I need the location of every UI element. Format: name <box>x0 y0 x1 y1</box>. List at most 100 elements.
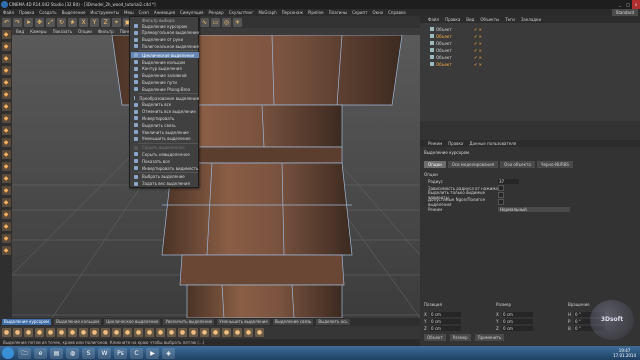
menu-item[interactable]: Плагины <box>329 10 348 15</box>
knife-icon[interactable]: ◆ <box>1 210 11 219</box>
obj11-icon[interactable]: ● <box>112 328 121 337</box>
bottom-tab[interactable]: Уменьшить выделение <box>217 319 270 325</box>
obj12-icon[interactable]: ● <box>123 328 132 337</box>
obj13-icon[interactable]: ● <box>134 328 143 337</box>
obj4-icon[interactable]: ● <box>35 328 44 337</box>
snap-icon[interactable]: ◆ <box>1 126 11 135</box>
obj22-icon[interactable]: ● <box>233 328 242 337</box>
dropdown-item[interactable]: Инвертировать <box>131 115 199 121</box>
menu-item[interactable]: Персонаж <box>282 10 303 15</box>
obj1-icon[interactable]: ● <box>2 328 11 337</box>
menu-item[interactable]: Симуляция <box>180 10 203 15</box>
object-menu-item[interactable]: Вид <box>466 17 474 22</box>
minimize-button[interactable]: _ <box>616 0 624 9</box>
object-row[interactable]: Объект ✔ ✕ <box>430 54 482 60</box>
select-icon[interactable]: ➤ <box>24 17 33 27</box>
coord-footer-button[interactable]: Размер <box>449 334 471 341</box>
obj8-icon[interactable]: ● <box>79 328 88 337</box>
floor-icon[interactable]: ▭ <box>211 17 220 27</box>
obj7-icon[interactable]: ● <box>68 328 77 337</box>
polygons-mode-icon[interactable]: ◆ <box>1 102 11 111</box>
viewport-menu-item[interactable]: Опции <box>78 29 92 34</box>
sculpt-icon[interactable]: ◆ <box>1 222 11 231</box>
obj21-icon[interactable]: ● <box>222 328 231 337</box>
dropdown-item[interactable]: Циклическое выделение <box>131 52 199 59</box>
menu-item[interactable]: Правка <box>19 10 34 15</box>
mode-select[interactable]: Нормальный <box>498 206 570 212</box>
axis-mode-icon[interactable]: ◆ <box>1 66 11 75</box>
obj15-icon[interactable]: ● <box>156 328 165 337</box>
object-menu-item[interactable]: Закладки <box>521 17 541 22</box>
dropdown-item[interactable]: Выделение кольцом <box>131 59 199 65</box>
obj14-icon[interactable]: ● <box>145 328 154 337</box>
workplane-icon[interactable]: ◆ <box>1 138 11 147</box>
edges-mode-icon[interactable]: ◆ <box>1 90 11 99</box>
coord-input[interactable]: 0 cm <box>430 311 461 317</box>
skype-icon[interactable]: S <box>82 347 95 359</box>
attribute-checkbox[interactable] <box>498 199 504 205</box>
menu-item[interactable]: Меш <box>124 10 134 15</box>
close-button[interactable]: x <box>632 0 640 9</box>
object-menu-item[interactable]: Теги <box>505 17 515 22</box>
photoshop-icon[interactable]: Ps <box>114 347 127 359</box>
dropdown-item[interactable]: Прямоугольное выделение <box>131 30 199 36</box>
dropdown-item[interactable]: Скрыть невыделенное <box>131 151 199 157</box>
attribute-checkbox[interactable] <box>498 185 504 191</box>
bottom-tab[interactable]: Увеличить выделение <box>163 319 215 325</box>
viewport-menu-item[interactable]: Камеры <box>30 29 46 34</box>
obj17-icon[interactable]: ● <box>178 328 187 337</box>
menu-item[interactable]: Инструменты <box>90 10 119 15</box>
menu-item[interactable]: Окно <box>372 10 383 15</box>
object-row[interactable]: Объект ✔ ✕ <box>430 40 482 46</box>
attributes-menu-item[interactable]: Данные пользователя <box>469 141 516 146</box>
obj23-icon[interactable]: ● <box>244 328 253 337</box>
menu-item[interactable]: Скульптинг <box>229 10 254 15</box>
bottom-tab[interactable]: Выделение связь <box>272 319 314 325</box>
attributes-tab[interactable]: Черно-NURBS <box>536 161 573 168</box>
chrome-icon[interactable]: ◍ <box>66 347 79 359</box>
viewport[interactable] <box>12 35 420 318</box>
menu-item[interactable]: Выделение <box>62 10 86 15</box>
viewport-menu-item[interactable]: Вид <box>16 29 24 34</box>
attributes-menu-item[interactable]: Правка <box>448 141 463 146</box>
folder-icon[interactable]: ▤ <box>50 347 63 359</box>
obj6-icon[interactable]: ● <box>57 328 66 337</box>
object-menu-item[interactable]: Файл <box>428 17 439 22</box>
dropdown-item[interactable]: Преобразование выделения <box>131 95 199 101</box>
grid-icon[interactable]: ◆ <box>1 162 11 171</box>
layout-selector[interactable]: Standard <box>611 9 638 16</box>
light-icon[interactable]: ☀ <box>233 17 242 27</box>
magnet-icon[interactable]: ◆ <box>1 186 11 195</box>
sidebar-extra-icon[interactable]: ◆ <box>1 246 11 255</box>
y-axis-icon[interactable]: Y <box>90 17 99 27</box>
z-axis-icon[interactable]: Z <box>101 17 110 27</box>
coord-footer-button[interactable]: Объект <box>424 334 446 341</box>
obj16-icon[interactable]: ● <box>167 328 176 337</box>
texture-mode-icon[interactable]: ◆ <box>1 54 11 63</box>
object-row[interactable]: Объект ✔ ✕ <box>430 61 482 67</box>
explorer-icon[interactable]: 🗀 <box>18 347 31 359</box>
deform-icon[interactable]: ∿ <box>200 17 209 27</box>
coord-input[interactable]: 0 cm <box>502 325 533 331</box>
coord-input[interactable]: 0 cm <box>502 311 533 317</box>
word-icon[interactable]: W <box>98 347 111 359</box>
start-button[interactable] <box>2 347 14 359</box>
redo-icon[interactable]: ↷ <box>13 17 22 27</box>
dropdown-item[interactable]: Отменить все выделение <box>131 109 199 115</box>
obj10-icon[interactable]: ● <box>101 328 110 337</box>
dropdown-item[interactable]: Выделить все <box>131 102 199 108</box>
coord-input[interactable]: 0 cm <box>430 325 461 331</box>
c4d-icon[interactable]: C <box>130 347 143 359</box>
obj20-icon[interactable]: ● <box>211 328 220 337</box>
dropdown-item[interactable]: Выделить связь <box>131 122 199 128</box>
menu-item[interactable]: Снэп <box>139 10 149 15</box>
camera-icon[interactable]: ◎ <box>222 17 231 27</box>
coord-input[interactable]: 0 cm <box>430 318 461 324</box>
points-mode-icon[interactable]: ◆ <box>1 78 11 87</box>
scale-icon[interactable]: ⤢ <box>46 17 55 27</box>
viewport-menu-item[interactable]: Фильтр <box>98 29 114 34</box>
dropdown-item[interactable]: Инвертировать видимость <box>131 165 199 171</box>
locked-icon[interactable]: ◆ <box>1 150 11 159</box>
object-menu-item[interactable]: Правка <box>445 17 460 22</box>
coord-footer-button[interactable]: Применить <box>474 334 505 341</box>
